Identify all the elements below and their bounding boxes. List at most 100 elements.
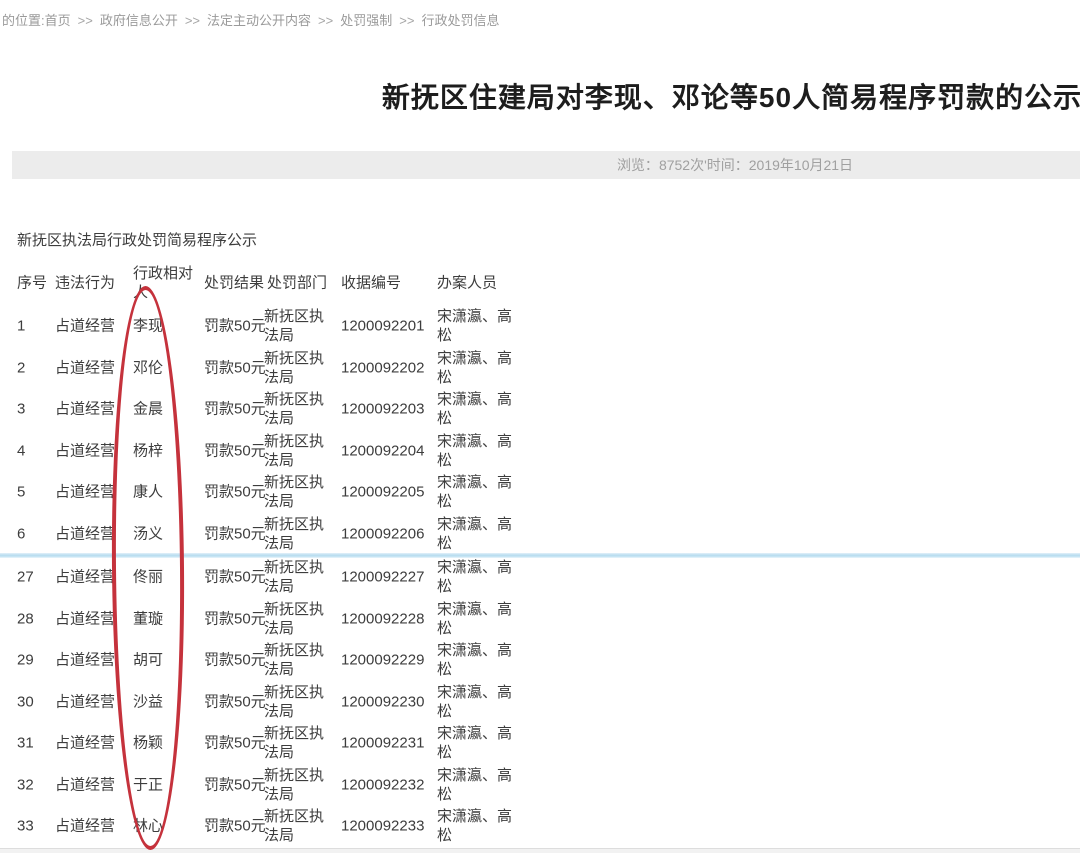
breadcrumb-prefix: 的位置: bbox=[2, 13, 45, 28]
table-cell: 罚款50元 bbox=[204, 775, 266, 794]
table-cell: 30 bbox=[17, 692, 51, 711]
table-cell: 新抚区执法局 bbox=[264, 724, 330, 762]
table-cell: 1200092229 bbox=[341, 651, 436, 670]
table-cell: 新抚区执法局 bbox=[264, 390, 330, 428]
table-cell: 宋潇瀛、高松 bbox=[437, 641, 519, 679]
table-cell: 罚款50元 bbox=[204, 441, 266, 460]
table-cell: 宋潇瀛、高松 bbox=[437, 432, 519, 470]
table-cell: 31 bbox=[17, 734, 51, 753]
breadcrumb-items: 首页 >> 政府信息公开 >> 法定主动公开内容 >> 处罚强制 >> 行政处罚信息 bbox=[45, 13, 500, 28]
table-row: 30占道经营沙益罚款50元新抚区执法局1200092230宋潇瀛、高松 bbox=[0, 681, 580, 723]
table-cell: 占道经营 bbox=[55, 317, 125, 336]
table-cell: 1200092231 bbox=[341, 734, 436, 753]
header-cell: 违法行为 bbox=[55, 274, 125, 293]
header-cell: 处罚结果 bbox=[204, 274, 266, 293]
table-cell: 罚款50元 bbox=[204, 568, 266, 587]
table-cell: 罚款50元 bbox=[204, 358, 266, 377]
breadcrumb-link-2[interactable]: 法定主动公开内容 bbox=[207, 13, 311, 28]
table-cell: 宋潇瀛、高松 bbox=[437, 807, 519, 845]
table-cell: 新抚区执法局 bbox=[264, 600, 330, 638]
table-cell: 罚款50元 bbox=[204, 524, 266, 543]
table-cell: 新抚区执法局 bbox=[264, 515, 330, 553]
table-cell: 1 bbox=[17, 317, 51, 336]
breadcrumb-separator: >> bbox=[185, 13, 200, 28]
table-cell: 28 bbox=[17, 609, 51, 628]
table-cell: 1200092228 bbox=[341, 609, 436, 628]
table-cell: 占道经营 bbox=[55, 400, 125, 419]
table-row: 5占道经营康人罚款50元新抚区执法局1200092205宋潇瀛、高松 bbox=[0, 471, 580, 513]
table-cell: 宋潇瀛、高松 bbox=[437, 558, 519, 596]
table-row: 27占道经营佟丽罚款50元新抚区执法局1200092227宋潇瀛、高松 bbox=[0, 556, 580, 598]
table-cell: 1200092201 bbox=[341, 317, 436, 336]
breadcrumb-separator: >> bbox=[399, 13, 414, 28]
table-cell: 罚款50元 bbox=[204, 317, 266, 336]
header-cell: 收据编号 bbox=[341, 274, 436, 293]
table-cell: 1200092230 bbox=[341, 692, 436, 711]
table-cell: 新抚区执法局 bbox=[264, 473, 330, 511]
table-cell: 新抚区执法局 bbox=[264, 683, 330, 721]
table-cell: 4 bbox=[17, 441, 51, 460]
breadcrumb-link-3[interactable]: 处罚强制 bbox=[340, 13, 392, 28]
table-cell: 罚款50元 bbox=[204, 483, 266, 502]
table-cell: 占道经营 bbox=[55, 817, 125, 836]
breadcrumb: 的位置:首页 >> 政府信息公开 >> 法定主动公开内容 >> 处罚强制 >> 行政处罚信息 bbox=[2, 12, 499, 29]
table-cell: 新抚区执法局 bbox=[264, 641, 330, 679]
table-cell: 33 bbox=[17, 817, 51, 836]
table-cell: 1200092233 bbox=[341, 817, 436, 836]
table-cell: 占道经营 bbox=[55, 358, 125, 377]
header-cell: 办案人员 bbox=[437, 274, 519, 293]
page: 的位置:首页 >> 政府信息公开 >> 法定主动公开内容 >> 处罚强制 >> 行政处罚信息 新… bbox=[0, 0, 1080, 853]
breadcrumb-separator: >> bbox=[78, 13, 93, 28]
breadcrumb-separator: >> bbox=[318, 13, 333, 28]
time-value: 2019年10月21日 bbox=[749, 157, 853, 173]
views-label: 浏览： bbox=[617, 157, 659, 173]
table-cell: 宋潇瀛、高松 bbox=[437, 515, 519, 553]
table-cell: 占道经营 bbox=[55, 692, 125, 711]
breadcrumb-link-1[interactable]: 政府信息公开 bbox=[100, 13, 178, 28]
table-cell: 新抚区执法局 bbox=[264, 766, 330, 804]
table-cell: 新抚区执法局 bbox=[264, 307, 330, 345]
meta-bar: 浏览：8752次'时间：2019年10月21日 bbox=[12, 151, 1080, 179]
table-cell: 5 bbox=[17, 483, 51, 502]
table-cell: 宋潇瀛、高松 bbox=[437, 390, 519, 428]
table-cell: 29 bbox=[17, 651, 51, 670]
table-header-row: 序号违法行为行政相对人处罚结果处罚部门收据编号办案人员 bbox=[0, 262, 580, 304]
table-row: 33占道经营林心罚款50元新抚区执法局1200092233宋潇瀛、高松 bbox=[0, 805, 580, 847]
table-cell: 新抚区执法局 bbox=[264, 432, 330, 470]
table-cell: 宋潇瀛、高松 bbox=[437, 683, 519, 721]
table-row: 31占道经营杨颖罚款50元新抚区执法局1200092231宋潇瀛、高松 bbox=[0, 722, 580, 764]
table-row: 3占道经营金晨罚款50元新抚区执法局1200092203宋潇瀛、高松 bbox=[0, 388, 580, 430]
table-subtitle: 新抚区执法局行政处罚简易程序公示 bbox=[17, 231, 257, 251]
table-cell: 1200092205 bbox=[341, 483, 436, 502]
table-cell: 宋潇瀛、高松 bbox=[437, 766, 519, 804]
table-cell: 新抚区执法局 bbox=[264, 807, 330, 845]
table-row: 6占道经营汤义罚款50元新抚区执法局1200092206宋潇瀛、高松 bbox=[0, 513, 580, 555]
table-row: 32占道经营于正罚款50元新抚区执法局1200092232宋潇瀛、高松 bbox=[0, 764, 580, 806]
table-cell: 32 bbox=[17, 775, 51, 794]
table-cell: 占道经营 bbox=[55, 734, 125, 753]
page-title: 新抚区住建局对李现、邓论等50人简易程序罚款的公示 bbox=[382, 79, 1080, 117]
table-cell: 罚款50元 bbox=[204, 400, 266, 419]
table-cell: 罚款50元 bbox=[204, 817, 266, 836]
table-cell: 罚款50元 bbox=[204, 692, 266, 711]
table-cell: 1200092227 bbox=[341, 568, 436, 587]
table-row: 4占道经营杨梓罚款50元新抚区执法局1200092204宋潇瀛、高松 bbox=[0, 430, 580, 472]
table-cell: 新抚区执法局 bbox=[264, 349, 330, 387]
table-cell: 2 bbox=[17, 358, 51, 377]
table-cell: 1200092203 bbox=[341, 400, 436, 419]
bottom-edge-strip bbox=[0, 848, 1080, 853]
table-cell: 占道经营 bbox=[55, 775, 125, 794]
breadcrumb-link-0[interactable]: 首页 bbox=[45, 13, 71, 28]
table-row: 1占道经营李现罚款50元新抚区执法局1200092201宋潇瀛、高松 bbox=[0, 305, 580, 347]
table-cell: 3 bbox=[17, 400, 51, 419]
table-cell: 宋潇瀛、高松 bbox=[437, 349, 519, 387]
table-cell: 1200092206 bbox=[341, 524, 436, 543]
time-label: 时间： bbox=[707, 157, 749, 173]
header-cell: 序号 bbox=[17, 274, 51, 293]
table-row: 2占道经营邓伦罚款50元新抚区执法局1200092202宋潇瀛、高松 bbox=[0, 347, 580, 389]
table-cell: 新抚区执法局 bbox=[264, 558, 330, 596]
table-row: 28占道经营董璇罚款50元新抚区执法局1200092228宋潇瀛、高松 bbox=[0, 598, 580, 640]
table-cell: 罚款50元 bbox=[204, 651, 266, 670]
breadcrumb-link-4[interactable]: 行政处罚信息 bbox=[421, 13, 499, 28]
table-cell: 27 bbox=[17, 568, 51, 587]
